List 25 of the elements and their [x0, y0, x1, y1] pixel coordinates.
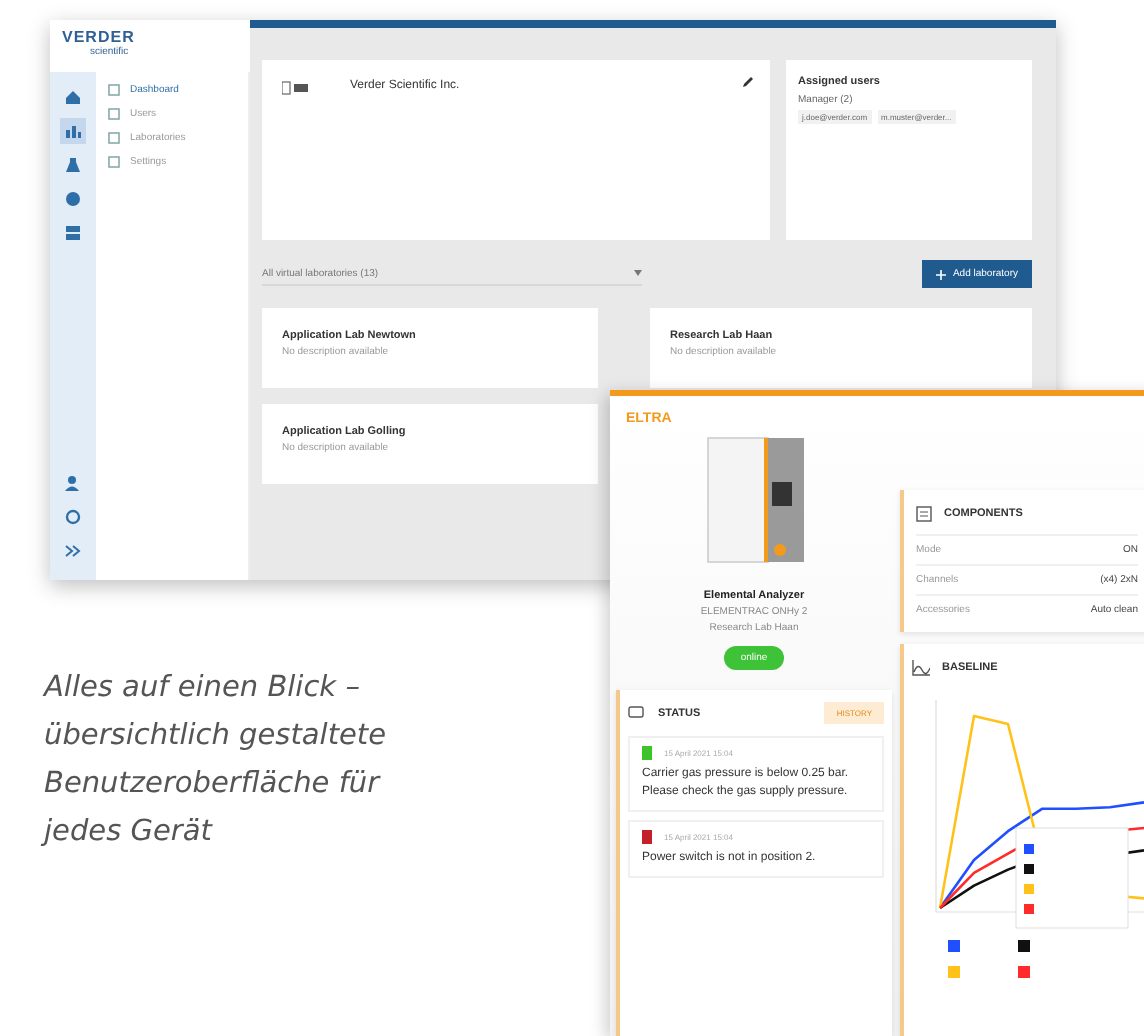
caption: Alles auf einen Blick – übersichtlich gestaltete Benutzeroberfläche für jedes Gerät — [44, 670, 389, 852]
chat-icon — [628, 706, 646, 720]
database-button[interactable] — [60, 220, 86, 246]
pencil-icon — [742, 76, 754, 88]
legend-swatch — [1018, 940, 1030, 952]
company-logo-icon — [282, 80, 310, 96]
globe-icon — [64, 190, 82, 208]
bar-chart-button[interactable] — [60, 118, 86, 144]
legend-swatch — [1018, 966, 1030, 978]
plus-icon — [936, 269, 947, 279]
logo-text: VERDER — [62, 28, 137, 46]
database-icon — [64, 224, 82, 242]
user-icon — [64, 474, 82, 492]
settings-button[interactable] — [60, 504, 86, 530]
globe-button[interactable] — [60, 186, 86, 212]
legend-swatch — [948, 966, 960, 978]
flask-button[interactable] — [60, 152, 86, 178]
bar-chart-icon — [64, 122, 82, 140]
caret-icon — [634, 270, 642, 276]
line-chart-icon — [912, 660, 930, 676]
components-icon — [916, 506, 932, 522]
home-icon — [64, 88, 82, 106]
double-chevron-icon — [64, 542, 82, 560]
edit-button[interactable] — [742, 76, 754, 88]
legend-swatch — [948, 940, 960, 952]
